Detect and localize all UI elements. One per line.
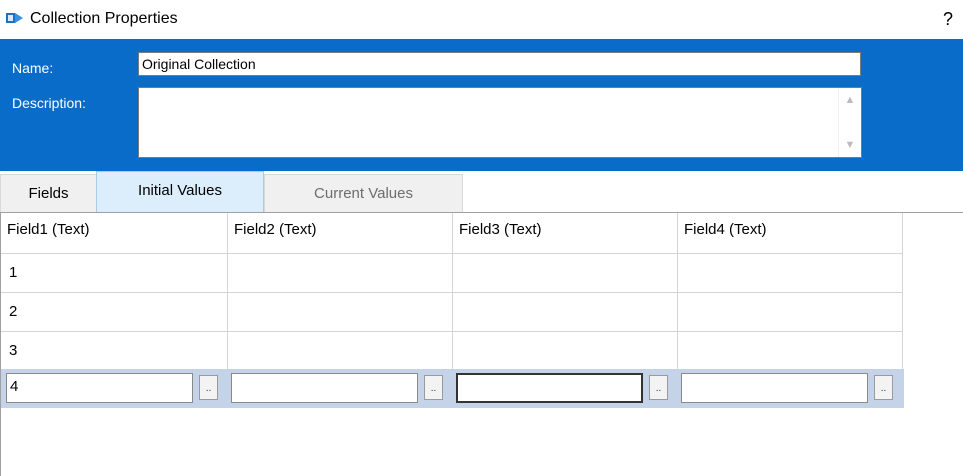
field3-value-input[interactable] [456,373,643,403]
table-cell[interactable] [678,331,903,371]
table-cell[interactable] [453,253,678,293]
table-cell[interactable]: 3 [1,331,228,371]
table-row: 2 [1,292,903,332]
table-cell[interactable] [453,331,678,371]
collection-app-icon [6,13,23,23]
tab-initial-values[interactable]: Initial Values [96,171,264,212]
field3-ellipsis-button[interactable]: .. [649,375,668,400]
description-scrollbar[interactable]: ▲ ▼ [838,88,861,157]
help-button[interactable]: ? [943,8,953,30]
table-cell[interactable] [678,253,903,293]
description-label: Description: [12,95,86,111]
title-bar: Collection Properties ? [0,0,963,39]
column-header-field2[interactable]: Field2 (Text) [228,213,453,253]
properties-header: Name: Original Collection Description: ▲… [0,39,963,171]
table-cell[interactable] [228,292,453,332]
scroll-up-icon[interactable]: ▲ [839,90,861,110]
field1-ellipsis-button[interactable]: .. [199,375,218,400]
table-cell[interactable]: 2 [1,292,228,332]
scroll-down-icon[interactable]: ▼ [839,135,861,155]
tab-fields[interactable]: Fields [0,174,97,212]
table-row: 1 [1,253,903,293]
table-cell[interactable]: 1 [1,253,228,293]
window-title: Collection Properties [30,10,178,27]
tab-strip: Fields Initial Values Current Values [0,171,963,213]
new-row-editor: 4 .. .. .. .. [1,369,904,408]
values-grid: Field1 (Text) Field2 (Text) Field3 (Text… [0,212,963,476]
tab-fields-label: Fields [28,185,69,202]
field1-value-input[interactable]: 4 [6,373,193,403]
name-label: Name: [12,60,54,76]
field2-value-input[interactable] [231,373,418,403]
column-header-field4[interactable]: Field4 (Text) [678,213,903,253]
tab-initial-values-label: Initial Values [138,181,222,199]
table-cell[interactable] [453,292,678,332]
table-cell[interactable] [228,253,453,293]
column-header-field3[interactable]: Field3 (Text) [453,213,678,253]
tab-current-values-label: Current Values [314,185,413,202]
description-textarea[interactable]: ▲ ▼ [138,87,862,158]
name-input[interactable]: Original Collection [138,52,861,76]
field2-ellipsis-button[interactable]: .. [424,375,443,400]
field4-ellipsis-button[interactable]: .. [874,375,893,400]
field4-value-input[interactable] [681,373,868,403]
table-row: 3 [1,331,903,371]
tab-current-values[interactable]: Current Values [264,174,463,212]
column-header-field1[interactable]: Field1 (Text) [1,213,228,253]
table-cell[interactable] [228,331,453,371]
table-cell[interactable] [678,292,903,332]
